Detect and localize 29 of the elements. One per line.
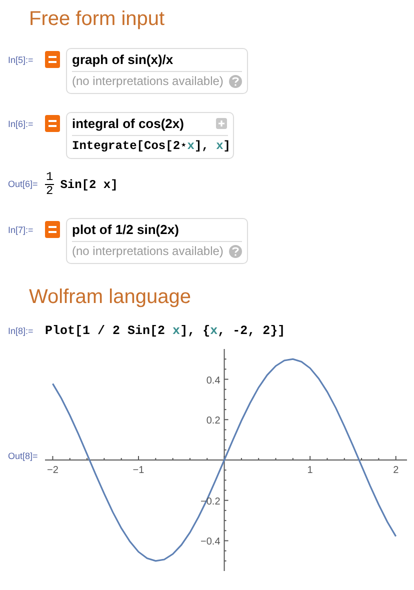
tick-label: −1 xyxy=(132,464,144,476)
cell-label: In[8]:= xyxy=(8,324,34,338)
tick-label: −2 xyxy=(47,464,58,476)
query-text: plot of 1/2 sin(2x) xyxy=(72,221,242,242)
equals-icon[interactable] xyxy=(45,115,60,132)
query-text: graph of sin(x)/x xyxy=(72,51,242,72)
help-icon[interactable] xyxy=(229,75,242,88)
tick-label: 2 xyxy=(393,464,399,476)
tick-label: 1 xyxy=(307,464,313,476)
result-text: (no interpretations available) xyxy=(72,243,224,260)
tick-label: −0.4 xyxy=(200,536,220,548)
cell-label: In[7]:= xyxy=(8,224,34,237)
cell-label: Out[6]= xyxy=(8,178,39,191)
code-line: Plot[1 / 2 Sin[2 x], {x, -2, 2}] xyxy=(45,323,286,340)
result-text: (no interpretations available) xyxy=(72,73,224,90)
help-icon[interactable] xyxy=(229,245,242,258)
section-title: Wolfram language xyxy=(29,285,192,310)
code-line: Integrate[Cos[2⋆x], x] xyxy=(72,138,228,155)
cell-label: Out[8]= xyxy=(8,450,39,463)
tick-label: 0.4 xyxy=(206,375,220,386)
output-expression: Sin[2 x] xyxy=(60,176,118,194)
expand-icon[interactable] xyxy=(216,118,227,129)
tick-label: 0.2 xyxy=(206,415,220,426)
equals-icon[interactable] xyxy=(45,221,60,238)
fraction: 1 2 xyxy=(45,171,54,198)
equals-icon[interactable] xyxy=(45,51,60,68)
cell-label: In[6]:= xyxy=(8,118,34,131)
cell-label: In[5]:= xyxy=(8,54,34,67)
section-title: Free form input xyxy=(29,7,166,32)
